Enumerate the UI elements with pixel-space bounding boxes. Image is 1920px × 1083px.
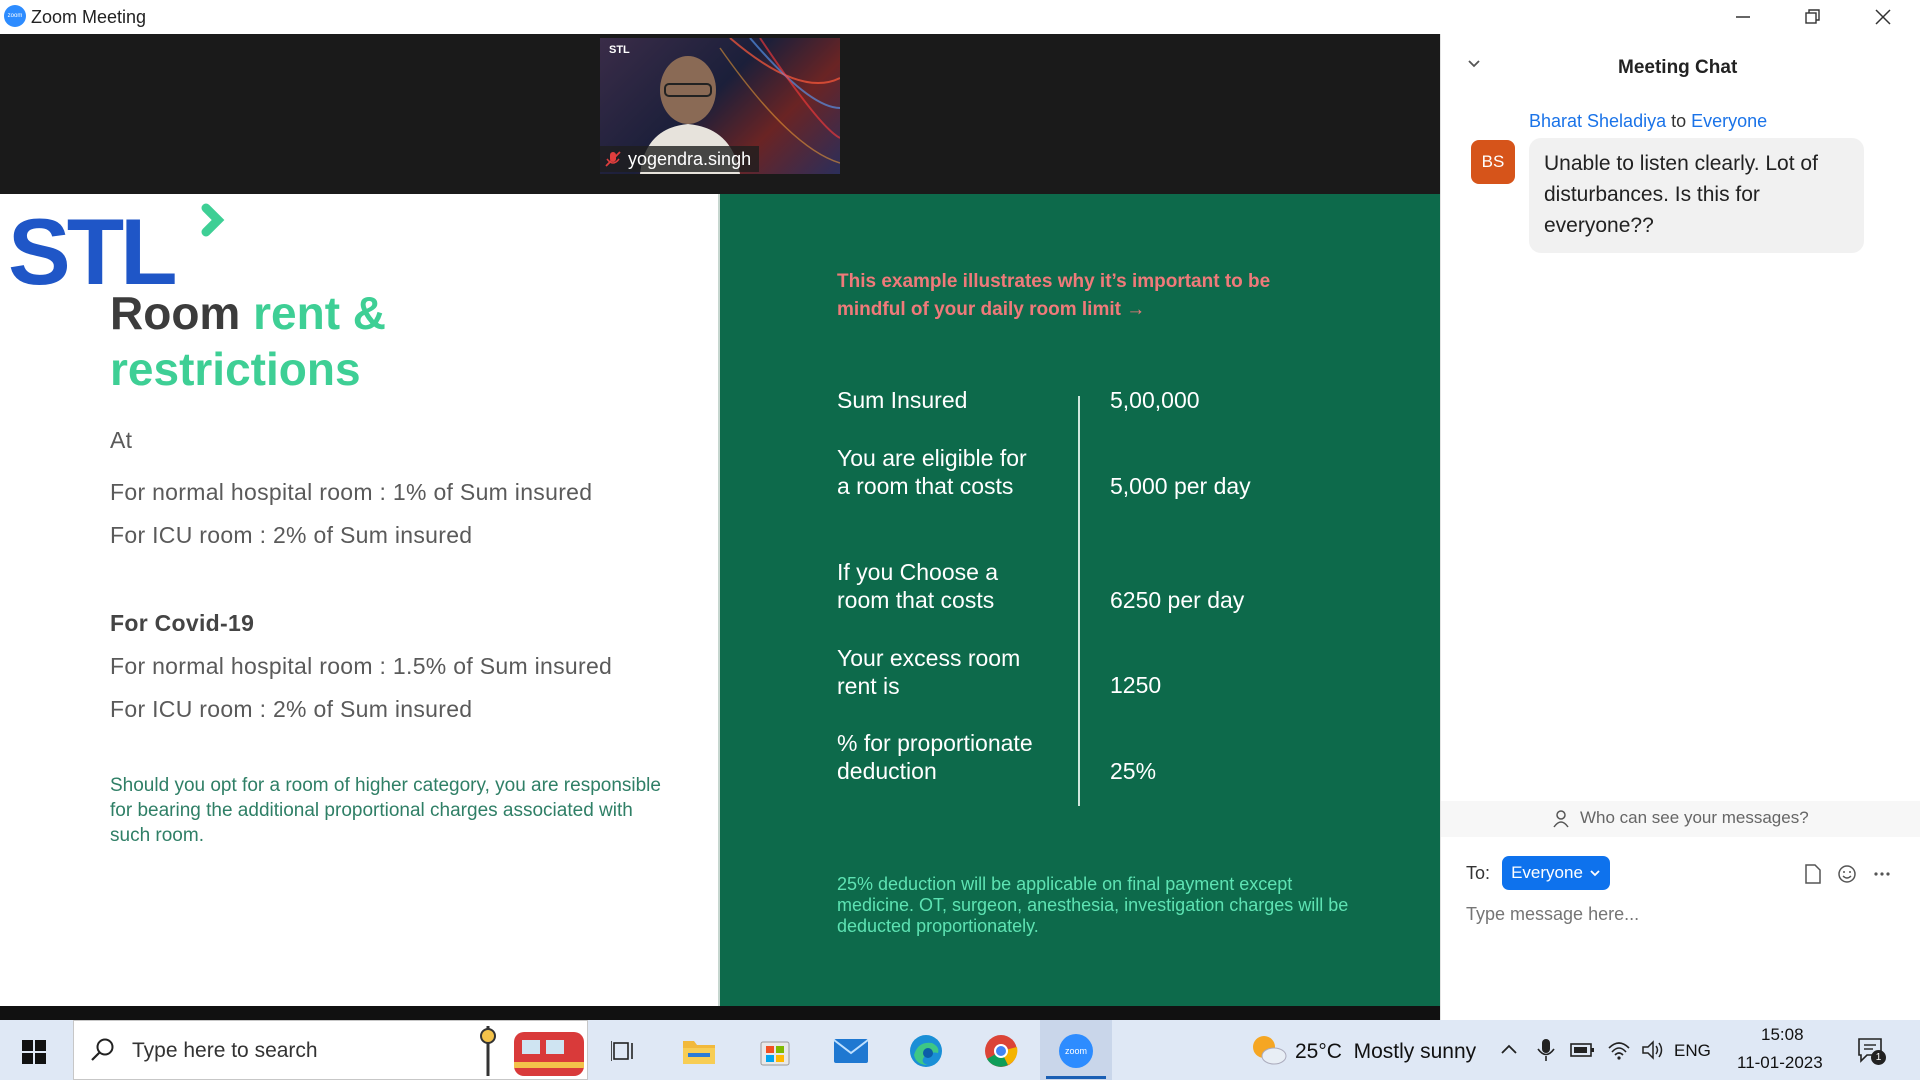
chat-collapse-button[interactable] [1466,56,1482,77]
task-view-button[interactable] [601,1028,647,1074]
muted-microphone-icon [605,151,621,167]
participant-name-label: yogendra.singh [600,146,760,172]
store-icon [760,1041,790,1066]
zoom-app-icon: zoom [1059,1034,1093,1068]
minimize-icon [1736,16,1750,18]
table-value: 25% [1110,758,1157,784]
wifi-icon[interactable] [1607,1038,1631,1065]
emoji-icon [1838,865,1856,883]
weather-temperature: 25°C [1295,1040,1342,1063]
window-title: Zoom Meeting [31,7,147,27]
chat-title: Meeting Chat [1618,57,1738,78]
active-app-indicator [1046,1076,1106,1079]
slide-intro: This example illustrates why it’s import… [837,271,1271,320]
slide-line-covid-icu: For ICU room : 2% of Sum insured [110,696,473,722]
slide-footnote: 25% deduction will be applicable on fina… [837,874,1349,936]
language-indicator[interactable]: ENG [1674,1041,1711,1061]
table-value: 5,000 per day [1110,473,1251,499]
mail-icon [833,1039,869,1063]
windows-logo-icon [22,1040,46,1064]
stl-logo-icon: STL [8,199,225,304]
to-label: To: [1466,863,1491,883]
search-placeholder: Type here to search [132,1039,318,1062]
slide-heading: Room rent & restrictions [110,285,386,397]
slide-line-normal-room: For normal hospital room : 1% of Sum ins… [110,479,593,505]
edge-browser-icon [910,1035,942,1067]
slide-divider [718,194,720,1006]
person-lock-icon [1552,809,1572,834]
title-bar [0,0,1920,34]
task-view-icon [611,1041,633,1061]
microsoft-store-button[interactable] [752,1028,798,1074]
notification-center-button[interactable]: 1 [1856,1036,1886,1071]
table-label: Your excess room rent is [837,645,1021,699]
weather-widget[interactable]: 25°C Mostly sunny [1295,1040,1476,1064]
slide-line-icu-room: For ICU room : 2% of Sum insured [110,522,473,548]
slide-at-label: At [110,427,133,453]
chat-sender-name[interactable]: Bharat Sheladiya [1529,111,1666,131]
avatar: BS [1471,140,1515,184]
chat-to-word: to [1671,111,1687,131]
meeting-bottom-bar [0,1006,1440,1020]
clock-date[interactable]: 11-01-2023 [1737,1053,1823,1073]
restore-icon [1805,9,1820,24]
search-icon [90,1037,116,1068]
clock-time[interactable]: 15:08 [1761,1025,1804,1045]
microphone-icon[interactable] [1536,1038,1556,1067]
chevron-down-icon [1468,60,1480,68]
table-label: If you Choose a room that costs [837,559,999,613]
video-background-logo: STL [609,44,630,56]
emoji-button[interactable] [1837,864,1857,889]
participant-name: yogendra.singh [628,148,752,169]
recipient-select[interactable]: Everyone [1502,856,1610,890]
slide-heading-dark: Room [110,287,241,339]
chrome-button[interactable] [978,1028,1024,1074]
file-icon [1805,864,1821,884]
chat-message: Unable to listen clearly. Lot of disturb… [1529,138,1864,253]
search-highlight-icon [474,1022,586,1083]
slide-line-covid-normal: For normal hospital room : 1.5% of Sum i… [110,653,613,679]
table-label: % for proportionate deduction [837,730,1033,784]
file-explorer-button[interactable] [676,1028,722,1074]
battery-icon[interactable] [1570,1040,1596,1065]
close-icon [1875,9,1891,25]
more-options-button[interactable] [1872,864,1892,889]
table-label: You are eligible for a room that costs [837,445,1027,499]
table-label: Sum Insured [837,387,968,413]
chevron-down-icon [1590,870,1600,877]
folder-icon [683,1041,715,1064]
slide-covid-heading: For Covid-19 [110,610,255,636]
table-divider [1078,396,1080,806]
restore-button[interactable] [1783,0,1843,34]
mail-button[interactable] [828,1028,874,1074]
minimize-button[interactable] [1713,0,1773,34]
chat-sender-line: Bharat Sheladiya to Everyone [1529,111,1767,132]
chat-message-input[interactable] [1466,904,1896,925]
table-value: 5,00,000 [1110,387,1200,413]
zoom-logo-icon: zoom [4,5,26,27]
volume-icon[interactable] [1641,1039,1665,1066]
weather-sunny-icon [1248,1032,1288,1071]
chrome-browser-icon [985,1035,1018,1067]
recipient-select-value: Everyone [1511,863,1583,882]
table-value: 1250 [1110,672,1162,698]
show-hidden-icons-button[interactable] [1499,1040,1519,1065]
close-button[interactable] [1853,0,1913,34]
table-value: 6250 per day [1110,587,1245,613]
chevron-up-icon [1501,1044,1517,1054]
chat-recipient[interactable]: Everyone [1691,111,1767,131]
slide-heading-green-1: rent & [253,287,387,339]
edge-button[interactable] [903,1028,949,1074]
slide-note: Should you opt for a room of higher cate… [110,775,661,846]
weather-description: Mostly sunny [1353,1040,1477,1063]
notification-badge: 1 [1871,1050,1886,1065]
start-button[interactable] [22,1040,46,1069]
stl-logo-text: STL [8,200,175,290]
visibility-link[interactable]: Who can see your messages? [1580,808,1809,828]
stl-logo: STL [6,199,226,304]
file-button[interactable] [1804,864,1822,889]
slide-heading-green-2: restrictions [110,343,361,395]
more-horizontal-icon [1874,872,1890,876]
